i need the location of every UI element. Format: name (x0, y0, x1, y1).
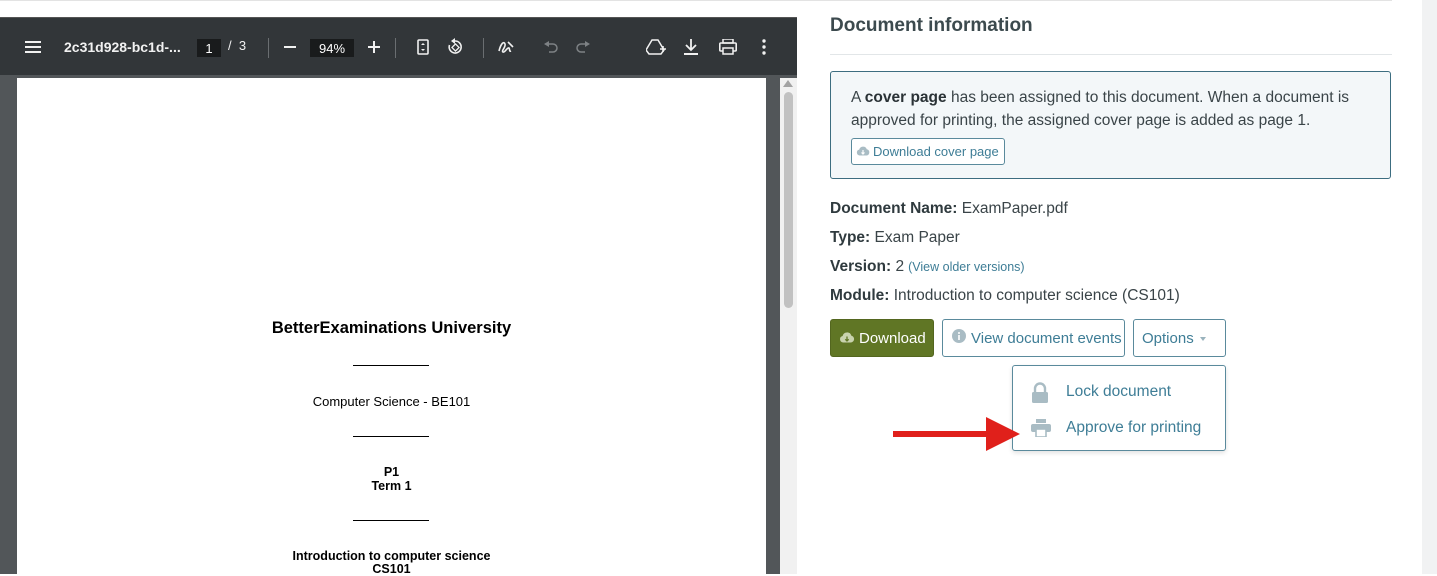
lock-document-label: Lock document (1066, 383, 1172, 400)
menu-item-approve-for-printing[interactable]: Approve for printing (1013, 410, 1225, 446)
document-name-field: Document Name: ExamPaper.pdf (830, 200, 1068, 218)
lock-icon (1031, 382, 1049, 409)
alert-bold-text: cover page (864, 89, 947, 106)
document-version-label: Version: (830, 258, 892, 275)
more-options-icon[interactable] (754, 18, 774, 76)
pdf-course-name: Computer Science - BE101 (312, 394, 471, 409)
download-button[interactable]: Download (830, 319, 934, 357)
info-icon (952, 329, 966, 347)
annotation-arrow (893, 417, 1020, 451)
document-module-field: Module: Introduction to computer science… (830, 287, 1180, 305)
pdf-file-title: 2c31d928-bc1d-... (64, 39, 181, 55)
total-pages: 3 (238, 38, 247, 53)
zoom-in-icon[interactable] (365, 18, 383, 76)
document-version-value: 2 (895, 258, 905, 275)
options-label: Options (1142, 329, 1194, 347)
rotate-icon[interactable] (444, 18, 466, 76)
undo-icon[interactable] (541, 18, 561, 76)
download-button-label: Download (859, 329, 926, 347)
pdf-scrollbar-thumb[interactable] (784, 92, 793, 308)
view-document-events-label: View document events (971, 329, 1122, 347)
redo-icon[interactable] (573, 18, 593, 76)
document-module-label: Module: (830, 287, 890, 304)
approve-for-printing-label: Approve for printing (1066, 419, 1202, 436)
document-version-field: Version: 2 (View older versions) (830, 258, 1025, 276)
options-dropdown-button[interactable]: Options (1133, 319, 1226, 357)
pdf-toolbar: 2c31d928-bc1d-... 1 / 3 94% (0, 17, 797, 75)
zoom-out-icon[interactable] (281, 18, 299, 76)
download-cover-page-label: Download cover page (873, 144, 999, 159)
view-document-events-button[interactable]: View document events (942, 319, 1125, 357)
annotation-arrow-head (986, 417, 1020, 451)
alert-prefix: A (851, 89, 865, 106)
view-older-versions-link[interactable]: (View older versions) (908, 260, 1024, 274)
printer-icon (1031, 419, 1051, 442)
cloud-download-icon (839, 330, 855, 347)
caret-down-icon (1199, 336, 1206, 341)
toolbar-divider (483, 38, 484, 58)
pdf-module-name: Introduction to computer science (292, 549, 491, 563)
annotate-icon[interactable] (495, 18, 517, 76)
zoom-input[interactable]: 94% (310, 39, 354, 57)
toolbar-divider (268, 38, 269, 58)
pdf-term: Term 1 (371, 479, 412, 493)
document-name-value: ExamPaper.pdf (961, 200, 1068, 217)
document-name-label: Document Name: (830, 200, 958, 217)
cover-page-message: A cover page has been assigned to this d… (851, 86, 1371, 132)
document-module-value: Introduction to computer science (CS101) (893, 287, 1180, 304)
pdf-separator-line (353, 436, 429, 437)
scroll-up-arrow-icon[interactable] (783, 80, 793, 87)
page-number-input[interactable]: 1 (197, 39, 221, 57)
cover-page-alert: A cover page has been assigned to this d… (830, 71, 1391, 179)
page-separator: / (228, 38, 232, 53)
page-count: / 3 (228, 38, 246, 53)
document-type-field: Type: Exam Paper (830, 229, 960, 247)
document-type-value: Exam Paper (874, 229, 960, 246)
menu-icon[interactable] (22, 18, 44, 76)
right-gutter (1422, 0, 1437, 574)
pdf-university-name: BetterExaminations University (271, 319, 512, 337)
fit-page-icon[interactable] (413, 18, 433, 76)
pdf-separator-line (353, 520, 429, 521)
add-to-drive-icon[interactable] (644, 18, 668, 76)
document-type-label: Type: (830, 229, 871, 246)
menu-item-lock-document[interactable]: Lock document (1013, 374, 1225, 410)
top-divider (0, 0, 1392, 1)
toolbar-divider (395, 38, 396, 58)
print-icon[interactable] (717, 18, 739, 76)
cloud-download-icon (856, 144, 870, 159)
pdf-separator-line (353, 365, 429, 366)
pdf-paper-code: P1 (383, 465, 400, 479)
panel-divider (830, 54, 1392, 55)
annotation-arrow-shaft (893, 431, 989, 437)
panel-title: Document information (830, 15, 1033, 36)
options-dropdown-menu: Lock document Approve for printing (1012, 365, 1226, 451)
download-icon[interactable] (681, 18, 701, 76)
download-cover-page-button[interactable]: Download cover page (851, 138, 1005, 165)
